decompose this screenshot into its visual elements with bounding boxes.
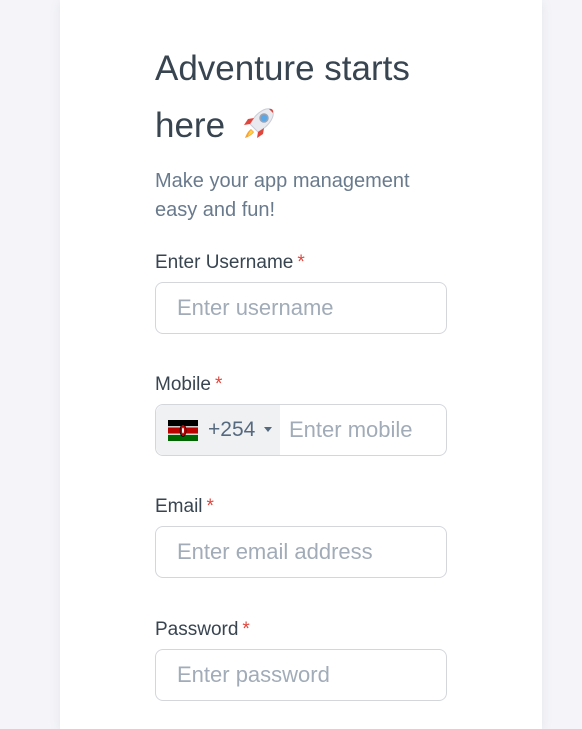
required-mark: * xyxy=(206,496,214,517)
required-mark: * xyxy=(297,252,305,273)
username-input-box xyxy=(155,282,447,334)
email-input[interactable] xyxy=(177,527,427,577)
email-field-group: Email * xyxy=(155,496,447,578)
page-subtitle: Make your app management easy and fun! xyxy=(155,170,410,221)
mobile-label-text: Mobile xyxy=(155,374,211,395)
mobile-input-box: +254 xyxy=(155,404,447,456)
kenya-flag-icon xyxy=(168,420,198,441)
mobile-field-group: Mobile * +254 xyxy=(155,374,447,456)
password-input[interactable] xyxy=(177,650,427,700)
required-mark: * xyxy=(214,374,223,395)
required-mark: * xyxy=(242,619,250,640)
username-field-group: Enter Username * xyxy=(155,252,447,334)
password-label: Password * xyxy=(155,619,447,641)
password-field-group: Password * xyxy=(155,619,447,701)
country-dial-code: +254 xyxy=(208,418,256,441)
chevron-down-icon xyxy=(264,427,272,432)
username-label: Enter Username * xyxy=(155,252,447,274)
register-form: Adventure starts here Make your app mana… xyxy=(155,0,447,701)
mobile-input[interactable] xyxy=(289,405,439,455)
email-label: Email * xyxy=(155,496,447,518)
rocket-icon xyxy=(243,108,274,138)
mobile-label: Mobile * xyxy=(155,374,447,396)
username-label-text: Enter Username xyxy=(155,252,294,273)
email-label-text: Email xyxy=(155,496,203,517)
password-label-text: Password xyxy=(155,619,239,640)
register-card: Adventure starts here Make your app mana… xyxy=(60,0,542,729)
country-code-selector[interactable]: +254 xyxy=(156,405,280,455)
page-title: Adventure starts here xyxy=(155,40,447,154)
email-input-box xyxy=(155,526,447,578)
password-input-box xyxy=(155,649,447,701)
username-input[interactable] xyxy=(177,283,427,333)
page-title-text: Adventure starts here xyxy=(155,49,410,145)
